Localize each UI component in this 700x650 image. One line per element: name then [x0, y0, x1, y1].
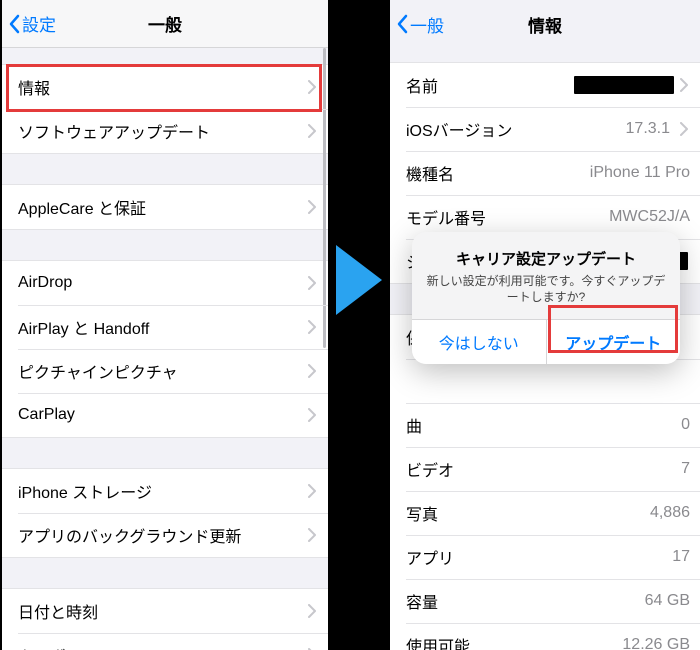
- chevron-left-icon: [8, 14, 20, 34]
- row-label: ビデオ: [406, 457, 681, 481]
- alert-body: キャリア設定アップデート 新しい設定が利用可能です。今すぐアップデートしますか?: [412, 232, 680, 319]
- list-row[interactable]: ソフトウェアアップデート: [2, 109, 328, 153]
- row-label: 情報: [18, 75, 308, 99]
- row-label: アプリのバックグラウンド更新: [18, 523, 308, 547]
- row-value: 17: [672, 548, 700, 566]
- not-now-button[interactable]: 今はしない: [412, 320, 546, 364]
- row-value: iPhone 11 Pro: [590, 164, 700, 182]
- row-label: ピクチャインピクチャ: [18, 359, 308, 383]
- list-row: [390, 359, 700, 403]
- settings-about-screen: 一般 情報 名前iOSバージョン17.3.1機種名iPhone 11 Proモデ…: [390, 0, 700, 650]
- row-label: AirPlay と Handoff: [18, 315, 308, 339]
- list-row[interactable]: 名前: [390, 63, 700, 107]
- row-label: 容量: [406, 589, 645, 613]
- row-label: iOSバージョン: [406, 117, 626, 141]
- chevron-right-icon: [308, 528, 328, 542]
- alert-buttons: 今はしない アップデート: [412, 319, 680, 364]
- list-row: 曲0: [390, 403, 700, 447]
- back-button[interactable]: 設定: [2, 11, 56, 36]
- chevron-right-icon: [308, 124, 328, 138]
- list-row: アプリ17: [390, 535, 700, 579]
- list-row[interactable]: ピクチャインピクチャ: [2, 349, 328, 393]
- alert-title: キャリア設定アップデート: [426, 248, 666, 269]
- row-label: 機種名: [406, 161, 590, 185]
- alert-message: 新しい設定が利用可能です。今すぐアップデートしますか?: [426, 273, 666, 305]
- list-row[interactable]: iPhone ストレージ: [2, 469, 328, 513]
- list-row[interactable]: アプリのバックグラウンド更新: [2, 513, 328, 557]
- list-row[interactable]: AirDrop: [2, 261, 328, 305]
- navbar: 一般 情報: [390, 0, 700, 48]
- row-label: ソフトウェアアップデート: [18, 119, 308, 143]
- row-label: AppleCare と保証: [18, 195, 308, 219]
- row-label: モデル番号: [406, 205, 609, 229]
- row-label: 使用可能: [406, 633, 622, 650]
- list-row: 容量64 GB: [390, 579, 700, 623]
- redacted-value: [574, 76, 674, 94]
- row-value: 4,886: [650, 504, 700, 522]
- navbar: 設定 一般: [2, 0, 328, 48]
- back-label: 設定: [22, 11, 56, 36]
- row-label: キーボード: [18, 643, 308, 650]
- chevron-right-icon: [308, 604, 328, 618]
- list-row: 写真4,886: [390, 491, 700, 535]
- list-row[interactable]: CarPlay: [2, 393, 328, 437]
- chevron-right-icon: [308, 320, 328, 334]
- list-row: ビデオ7: [390, 447, 700, 491]
- row-label: iPhone ストレージ: [18, 479, 308, 503]
- carrier-update-alert: キャリア設定アップデート 新しい設定が利用可能です。今すぐアップデートしますか?…: [412, 232, 680, 364]
- row-label: CarPlay: [18, 406, 308, 424]
- chevron-right-icon: [680, 78, 700, 92]
- list-row[interactable]: AppleCare と保証: [2, 185, 328, 229]
- list-row[interactable]: 日付と時刻: [2, 589, 328, 633]
- row-label: アプリ: [406, 545, 672, 569]
- chevron-right-icon: [308, 364, 328, 378]
- update-button[interactable]: アップデート: [546, 320, 681, 364]
- chevron-right-icon: [308, 80, 328, 94]
- row-value: MWC52J/A: [609, 208, 700, 226]
- list-row: 使用可能12.26 GB: [390, 623, 700, 650]
- row-value: 7: [681, 460, 700, 478]
- settings-general-screen: 設定 一般 情報ソフトウェアアップデート AppleCare と保証 AirDrop…: [2, 0, 328, 650]
- chevron-right-icon: [308, 484, 328, 498]
- list-row[interactable]: 情報: [2, 65, 328, 109]
- row-label: 写真: [406, 501, 650, 525]
- row-value: 17.3.1: [626, 120, 680, 138]
- row-label: 名前: [406, 73, 574, 97]
- flow-arrow-icon: [334, 245, 384, 315]
- chevron-right-icon: [308, 408, 328, 422]
- chevron-right-icon: [680, 122, 700, 136]
- chevron-right-icon: [308, 200, 328, 214]
- row-value: 0: [681, 416, 700, 434]
- row-value: 12.26 GB: [622, 636, 700, 650]
- row-label: 日付と時刻: [18, 599, 308, 623]
- back-label: 一般: [410, 12, 444, 37]
- list-row: 機種名iPhone 11 Pro: [390, 151, 700, 195]
- back-button[interactable]: 一般: [390, 12, 444, 37]
- chevron-right-icon: [308, 276, 328, 290]
- row-value: 64 GB: [645, 592, 700, 610]
- chevron-left-icon: [396, 14, 408, 34]
- list-row[interactable]: AirPlay と Handoff: [2, 305, 328, 349]
- list-row[interactable]: キーボード: [2, 633, 328, 650]
- row-label: 曲: [406, 413, 681, 437]
- list-row[interactable]: iOSバージョン17.3.1: [390, 107, 700, 151]
- row-label: AirDrop: [18, 274, 308, 292]
